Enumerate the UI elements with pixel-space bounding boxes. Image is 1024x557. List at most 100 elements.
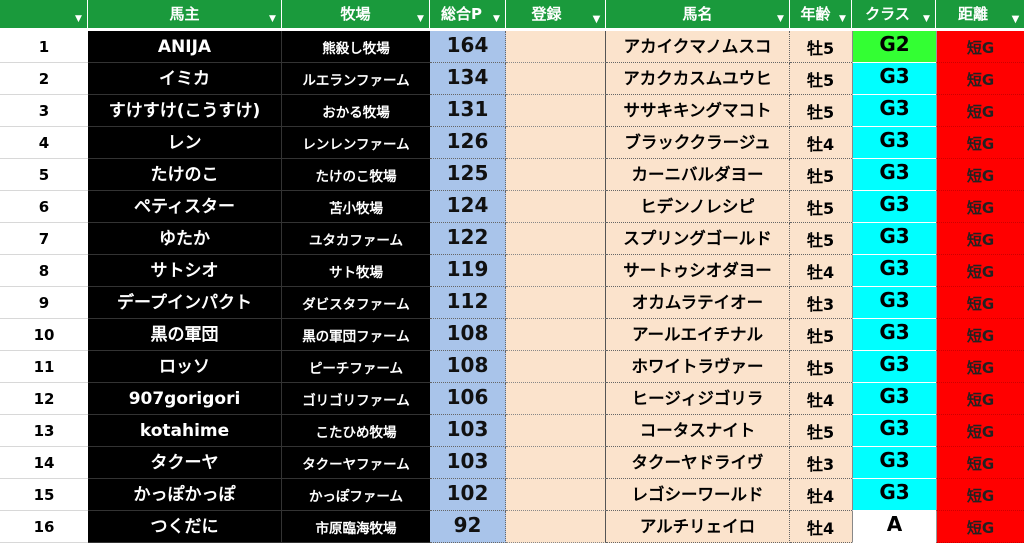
distance-cell[interactable]: 短G <box>936 191 1024 223</box>
distance-cell[interactable]: 短G <box>936 255 1024 287</box>
farm-cell[interactable]: ルエランファーム <box>282 63 430 95</box>
horse-name-cell[interactable]: コータスナイト <box>606 415 790 447</box>
row-number-cell[interactable]: 14 <box>0 447 88 479</box>
registration-cell[interactable] <box>506 447 606 479</box>
farm-cell[interactable]: たけのこ牧場 <box>282 159 430 191</box>
farm-cell[interactable]: こたひめ牧場 <box>282 415 430 447</box>
registration-cell[interactable] <box>506 95 606 127</box>
owner-cell[interactable]: たけのこ <box>88 159 282 191</box>
registration-cell[interactable] <box>506 415 606 447</box>
class-cell[interactable]: G3 <box>852 351 936 383</box>
owner-cell[interactable]: かっぽかっぽ <box>88 479 282 511</box>
age-cell[interactable]: 牡5 <box>790 63 852 95</box>
filter-funnel-icon[interactable]: ▼ <box>591 14 602 25</box>
owner-cell[interactable]: 907gorigori <box>88 383 282 415</box>
class-cell[interactable]: G3 <box>852 255 936 287</box>
age-cell[interactable]: 牡5 <box>790 415 852 447</box>
registration-cell[interactable] <box>506 127 606 159</box>
class-cell[interactable]: G3 <box>852 95 936 127</box>
points-cell[interactable]: 134 <box>430 63 506 95</box>
farm-cell[interactable]: 熊殺し牧場 <box>282 31 430 63</box>
header-horse[interactable]: 馬名 ▼ <box>606 0 790 28</box>
header-points[interactable]: 総合P ▼ <box>430 0 506 28</box>
points-cell[interactable]: 103 <box>430 447 506 479</box>
owner-cell[interactable]: kotahime <box>88 415 282 447</box>
farm-cell[interactable]: 黒の軍団ファーム <box>282 319 430 351</box>
header-registration[interactable]: 登録 ▼ <box>506 0 606 28</box>
filter-dropdown-icon[interactable]: ▼ <box>267 14 278 25</box>
age-cell[interactable]: 牡5 <box>790 351 852 383</box>
owner-cell[interactable]: ANIJA <box>88 31 282 63</box>
registration-cell[interactable] <box>506 223 606 255</box>
points-cell[interactable]: 106 <box>430 383 506 415</box>
farm-cell[interactable]: ユタカファーム <box>282 223 430 255</box>
farm-cell[interactable]: かっぽファーム <box>282 479 430 511</box>
registration-cell[interactable] <box>506 351 606 383</box>
header-number[interactable]: ▼ <box>0 0 88 28</box>
class-cell[interactable]: G3 <box>852 287 936 319</box>
distance-cell[interactable]: 短G <box>936 415 1024 447</box>
owner-cell[interactable]: すけすけ(こうすけ) <box>88 95 282 127</box>
registration-cell[interactable] <box>506 511 606 543</box>
horse-name-cell[interactable]: レゴシーワールド <box>606 479 790 511</box>
row-number-cell[interactable]: 16 <box>0 511 88 543</box>
class-cell[interactable]: A <box>852 511 936 543</box>
age-cell[interactable]: 牡4 <box>790 511 852 543</box>
horse-name-cell[interactable]: ホワイトラヴァー <box>606 351 790 383</box>
header-age[interactable]: 年齢 ▼ <box>790 0 852 28</box>
owner-cell[interactable]: つくだに <box>88 511 282 543</box>
age-cell[interactable]: 牡3 <box>790 287 852 319</box>
distance-cell[interactable]: 短G <box>936 159 1024 191</box>
horse-name-cell[interactable]: サートゥシオダヨー <box>606 255 790 287</box>
age-cell[interactable]: 牡5 <box>790 319 852 351</box>
distance-cell[interactable]: 短G <box>936 447 1024 479</box>
age-cell[interactable]: 牡4 <box>790 127 852 159</box>
class-cell[interactable]: G3 <box>852 223 936 255</box>
registration-cell[interactable] <box>506 479 606 511</box>
registration-cell[interactable] <box>506 319 606 351</box>
farm-cell[interactable]: レンレンファーム <box>282 127 430 159</box>
owner-cell[interactable]: ロッソ <box>88 351 282 383</box>
owner-cell[interactable]: 黒の軍団 <box>88 319 282 351</box>
points-cell[interactable]: 92 <box>430 511 506 543</box>
row-number-cell[interactable]: 6 <box>0 191 88 223</box>
distance-cell[interactable]: 短G <box>936 383 1024 415</box>
class-cell[interactable]: G3 <box>852 447 936 479</box>
owner-cell[interactable]: ペティスター <box>88 191 282 223</box>
horse-name-cell[interactable]: アルチリェイロ <box>606 511 790 543</box>
owner-cell[interactable]: タクーヤ <box>88 447 282 479</box>
filter-dropdown-icon[interactable]: ▼ <box>837 14 848 25</box>
horse-name-cell[interactable]: カーニバルダヨー <box>606 159 790 191</box>
distance-cell[interactable]: 短G <box>936 63 1024 95</box>
points-cell[interactable]: 112 <box>430 287 506 319</box>
points-cell[interactable]: 103 <box>430 415 506 447</box>
distance-cell[interactable]: 短G <box>936 287 1024 319</box>
row-number-cell[interactable]: 13 <box>0 415 88 447</box>
farm-cell[interactable]: おかる牧場 <box>282 95 430 127</box>
header-distance[interactable]: 距離 ▼ <box>936 0 1024 28</box>
age-cell[interactable]: 牡4 <box>790 383 852 415</box>
row-number-cell[interactable]: 4 <box>0 127 88 159</box>
distance-cell[interactable]: 短G <box>936 319 1024 351</box>
points-cell[interactable]: 119 <box>430 255 506 287</box>
class-cell[interactable]: G2 <box>852 31 936 63</box>
owner-cell[interactable]: デープインパクト <box>88 287 282 319</box>
horse-name-cell[interactable]: ササキキングマコト <box>606 95 790 127</box>
farm-cell[interactable]: ピーチファーム <box>282 351 430 383</box>
distance-cell[interactable]: 短G <box>936 95 1024 127</box>
distance-cell[interactable]: 短G <box>936 223 1024 255</box>
row-number-cell[interactable]: 1 <box>0 31 88 63</box>
points-cell[interactable]: 108 <box>430 351 506 383</box>
horse-name-cell[interactable]: ヒデンノレシピ <box>606 191 790 223</box>
class-cell[interactable]: G3 <box>852 383 936 415</box>
points-cell[interactable]: 108 <box>430 319 506 351</box>
age-cell[interactable]: 牡4 <box>790 479 852 511</box>
distance-cell[interactable]: 短G <box>936 127 1024 159</box>
filter-dropdown-icon[interactable]: ▼ <box>921 14 932 25</box>
class-cell[interactable]: G3 <box>852 479 936 511</box>
age-cell[interactable]: 牡5 <box>790 223 852 255</box>
horse-name-cell[interactable]: タクーヤドライヴ <box>606 447 790 479</box>
class-cell[interactable]: G3 <box>852 415 936 447</box>
age-cell[interactable]: 牡4 <box>790 255 852 287</box>
horse-name-cell[interactable]: ヒージィジゴリラ <box>606 383 790 415</box>
